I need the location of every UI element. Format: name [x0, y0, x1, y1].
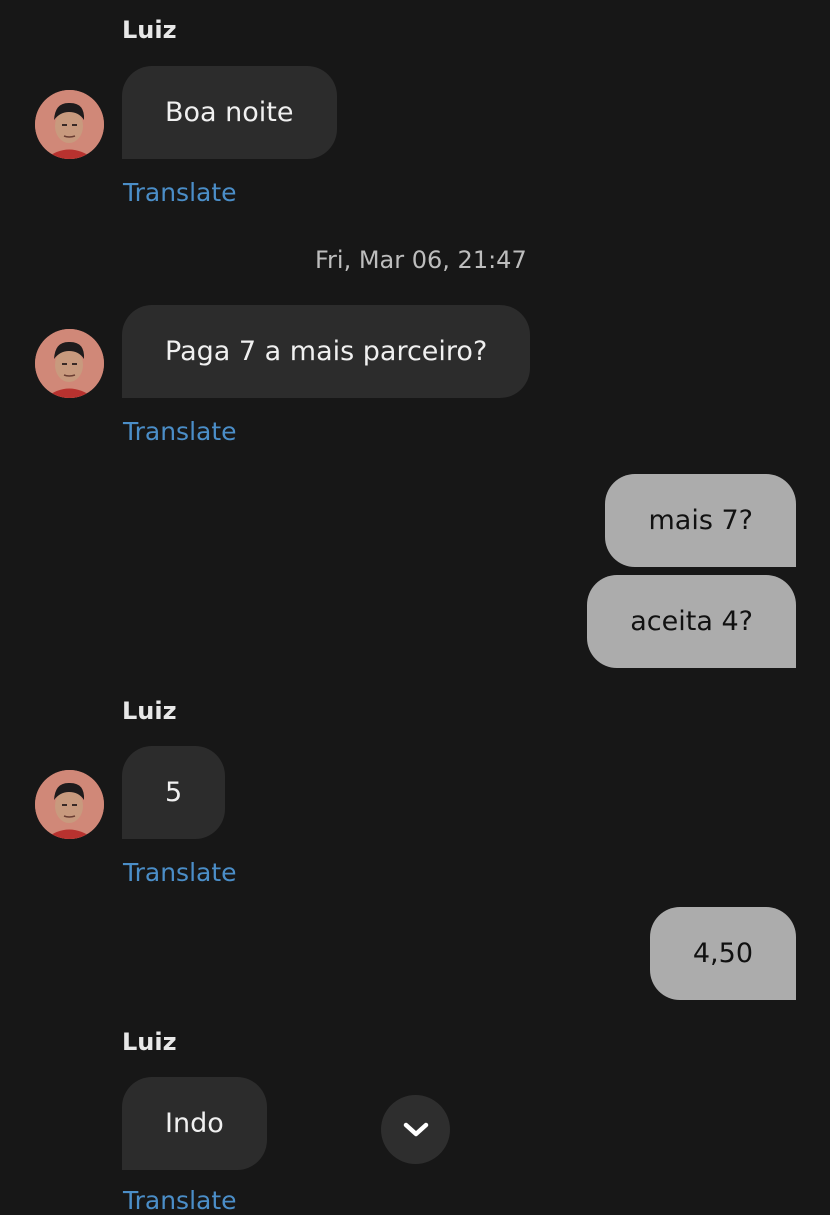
translate-link[interactable]: Translate [123, 419, 237, 444]
avatar-photo [35, 90, 104, 159]
message-text: 5 [165, 777, 183, 808]
translate-link[interactable]: Translate [123, 1188, 237, 1213]
contact-avatar[interactable] [35, 90, 104, 159]
message-text: Boa noite [165, 97, 294, 128]
incoming-message-bubble[interactable]: Indo [122, 1077, 267, 1170]
incoming-message-bubble[interactable]: Paga 7 a mais parceiro? [122, 305, 531, 398]
outgoing-message-bubble[interactable]: 4,50 [649, 907, 796, 1000]
incoming-message-bubble[interactable]: 5 [122, 746, 226, 839]
message-text: Paga 7 a mais parceiro? [165, 336, 488, 367]
sender-name: Luiz [122, 697, 177, 725]
scroll-to-bottom-button[interactable] [381, 1095, 450, 1164]
message-text: aceita 4? [630, 606, 753, 637]
message-text: Indo [165, 1108, 224, 1139]
message-text: mais 7? [648, 505, 753, 536]
translate-link[interactable]: Translate [123, 180, 237, 205]
translate-link[interactable]: Translate [123, 860, 237, 885]
message-text: 4,50 [692, 938, 753, 969]
incoming-message-bubble[interactable]: Boa noite [122, 66, 337, 159]
message-timestamp: Fri, Mar 06, 21:47 [315, 246, 527, 274]
outgoing-message-bubble[interactable]: mais 7? [605, 474, 796, 567]
avatar-photo [35, 329, 104, 398]
contact-avatar[interactable] [35, 770, 104, 839]
sender-name: Luiz [122, 16, 177, 44]
outgoing-message-bubble[interactable]: aceita 4? [587, 575, 796, 668]
sender-name: Luiz [122, 1028, 177, 1056]
avatar-photo [35, 770, 104, 839]
contact-avatar[interactable] [35, 329, 104, 398]
chevron-down-icon [403, 1122, 428, 1136]
